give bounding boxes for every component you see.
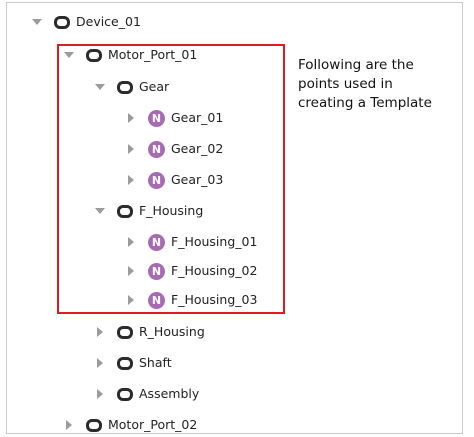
tree-item-motor-port-02[interactable]: Motor_Port_02: [62, 413, 197, 437]
highlight-box: [57, 44, 285, 314]
annotation-line: Following are the: [298, 57, 414, 73]
tree-item-label: R_Housing: [139, 324, 205, 339]
tree-item-assembly[interactable]: Assembly: [93, 382, 199, 406]
folder-icon: [117, 387, 133, 401]
tree-item-shaft[interactable]: Shaft: [93, 351, 172, 375]
tree-item-r-housing[interactable]: R_Housing: [93, 320, 205, 344]
annotation-note: Following are the points used in creatin…: [298, 56, 473, 113]
collapse-arrow-icon[interactable]: [93, 357, 107, 369]
annotation-line: points used in: [298, 76, 393, 92]
expand-arrow-icon[interactable]: [30, 16, 44, 28]
folder-icon: [117, 356, 133, 370]
collapse-arrow-icon[interactable]: [62, 419, 76, 431]
tree-item-label: Assembly: [139, 386, 200, 401]
tree-item-device-01[interactable]: Device_01: [30, 10, 141, 34]
tree-item-label: Device_01: [76, 14, 141, 29]
folder-icon: [117, 325, 133, 339]
tree-item-label: Motor_Port_02: [108, 417, 198, 432]
tree-item-label: Shaft: [139, 355, 172, 370]
folder-icon: [86, 418, 102, 432]
collapse-arrow-icon[interactable]: [93, 388, 107, 400]
folder-icon: [54, 15, 70, 29]
collapse-arrow-icon[interactable]: [93, 326, 107, 338]
annotation-line: creating a Template: [298, 95, 432, 111]
